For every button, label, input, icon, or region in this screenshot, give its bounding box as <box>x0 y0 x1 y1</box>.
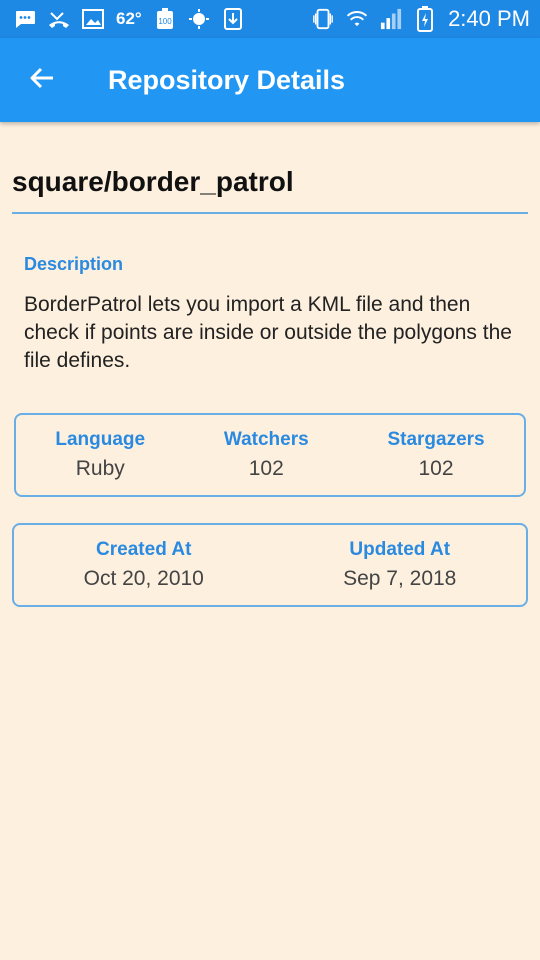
app-bar: Repository Details <box>0 38 540 122</box>
arrow-back-icon <box>29 66 55 95</box>
image-icon <box>82 8 104 30</box>
created-stat: Created At Oct 20, 2010 <box>84 539 204 593</box>
page-title: Repository Details <box>108 64 346 95</box>
description-text: BorderPatrol lets you import a KML file … <box>24 293 512 372</box>
status-bar: 62° 100 2:40 PM <box>0 0 540 38</box>
wifi-icon <box>346 8 368 30</box>
updated-value: Sep 7, 2018 <box>343 567 457 590</box>
download-icon <box>222 8 244 30</box>
language-stat: Language Ruby <box>55 429 145 483</box>
svg-text:100: 100 <box>158 17 172 26</box>
repository-details: square/border_patrol Description BorderP… <box>0 122 540 607</box>
dates-card: Created At Oct 20, 2010 Updated At Sep 7… <box>12 523 528 607</box>
missed-call-icon <box>48 8 70 30</box>
brightness-icon <box>188 8 210 30</box>
stats-card: Language Ruby Watchers 102 Stargazers 10… <box>14 413 526 497</box>
created-label: Created At <box>96 539 192 560</box>
created-value: Oct 20, 2010 <box>83 567 204 590</box>
watchers-label: Watchers <box>223 429 309 450</box>
chat-icon <box>14 8 36 30</box>
back-button[interactable] <box>0 38 84 122</box>
watchers-stat: Watchers 102 <box>224 429 309 483</box>
temperature-text: 62° <box>116 9 142 28</box>
battery-charging-icon <box>414 6 436 32</box>
battery-badge-icon: 100 <box>154 8 176 30</box>
signal-icon <box>380 8 402 30</box>
language-value: Ruby <box>75 457 125 480</box>
description-label: Description <box>24 254 124 274</box>
clock-text: 2:40 PM <box>448 6 530 31</box>
stargazers-label: Stargazers <box>387 429 485 450</box>
vibrate-icon <box>312 8 334 30</box>
language-label: Language <box>55 429 146 450</box>
stargazers-value: 102 <box>418 457 454 480</box>
stargazers-stat: Stargazers 102 <box>387 429 484 483</box>
updated-stat: Updated At Sep 7, 2018 <box>343 539 456 593</box>
updated-label: Updated At <box>349 539 451 560</box>
watchers-value: 102 <box>248 457 284 480</box>
repo-name: square/border_patrol <box>12 122 528 214</box>
